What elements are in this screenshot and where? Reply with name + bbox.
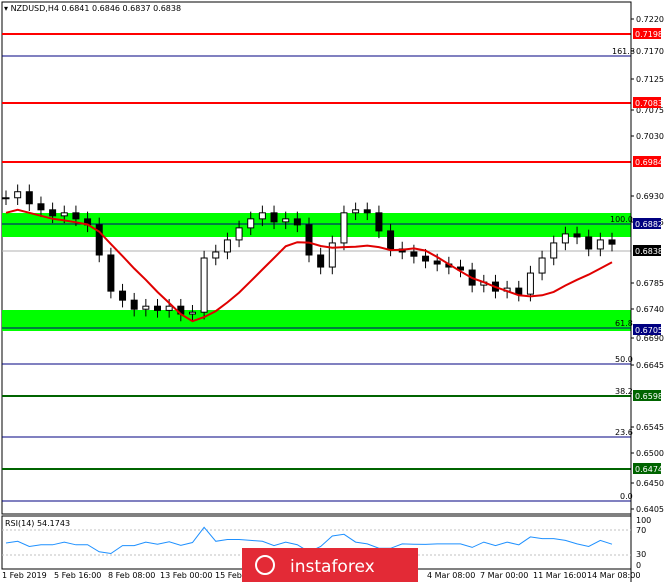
candle-body: [410, 251, 418, 257]
candle-body: [608, 239, 616, 245]
price-tick-label: 0.7170: [636, 47, 664, 56]
svg-text:0.7198: 0.7198: [635, 30, 663, 39]
watermark-text: instaforex: [290, 557, 375, 577]
candle-body: [550, 242, 558, 259]
candle-body: [526, 272, 534, 295]
candle-body: [188, 311, 196, 315]
candle-body: [352, 209, 360, 214]
candle-body: [375, 212, 383, 232]
time-tick-label: 7 Mar 00:00: [480, 571, 528, 580]
price-tick-label: 0.7030: [636, 132, 664, 141]
candle-body: [235, 227, 243, 241]
svg-text:0.6984: 0.6984: [635, 158, 663, 167]
time-tick-label: 13 Feb 00:00: [160, 571, 212, 580]
candle-body: [363, 209, 371, 214]
candle-body: [258, 212, 266, 220]
fib-label-382: 38.2: [615, 387, 633, 396]
candle-body: [433, 260, 441, 265]
candle-body: [270, 212, 278, 223]
candle-body: [305, 224, 313, 256]
candle-body: [200, 257, 208, 313]
candle-body: [387, 230, 395, 250]
price-tick-label: 0.7125: [636, 75, 664, 84]
price-tick-label: 0.6930: [636, 192, 664, 201]
candle-body: [317, 254, 325, 268]
svg-text:0.6838: 0.6838: [635, 247, 663, 256]
svg-text:30: 30: [636, 550, 646, 559]
candle-body: [72, 212, 80, 220]
time-tick-label: 8 Feb 08:00: [108, 571, 155, 580]
candle-body: [119, 290, 127, 301]
candle-body: [107, 254, 115, 292]
time-tick-label: 1 Feb 2019: [2, 571, 47, 580]
chart-header: ▾ NZDUSD,H4 0.6841 0.6846 0.6837 0.6838: [4, 4, 181, 13]
price-tick-label: 0.7220: [636, 15, 664, 24]
fib-label-50: 50.0: [615, 355, 633, 364]
price-tick-label: 0.6740: [636, 305, 664, 314]
candle-body: [223, 239, 231, 253]
svg-text:0: 0: [636, 561, 641, 570]
svg-text:70: 70: [636, 526, 646, 535]
price-tick-label: 0.6500: [636, 449, 664, 458]
candle-body: [247, 218, 255, 229]
rsi-label: RSI(14) 54.1743: [5, 519, 70, 528]
candle-body: [142, 305, 150, 310]
price-tick-label: 0.6645: [636, 361, 664, 370]
fib-label-100: 100.0: [610, 215, 633, 224]
candle-body: [573, 233, 581, 238]
candle-body: [14, 191, 22, 199]
candle-body: [340, 212, 348, 244]
time-tick-label: 15 Feb: [215, 571, 242, 580]
svg-text:0.6882: 0.6882: [635, 220, 663, 229]
price-tick-label: 0.6405: [636, 505, 664, 514]
fib-label-236: 23.6: [615, 428, 633, 437]
candle-body: [165, 305, 173, 311]
candle-body: [49, 209, 57, 217]
svg-text:0.6474: 0.6474: [635, 465, 663, 474]
candle-body: [596, 239, 604, 250]
candle-body: [212, 251, 220, 259]
candle-body: [130, 299, 138, 310]
candle-body: [2, 197, 10, 200]
time-tick-label: 5 Feb 16:00: [54, 571, 101, 580]
price-chart[interactable]: 161.8 100.0 61.8 50.0 38.2 23.6 0.0 ▾ NZ…: [0, 0, 665, 582]
fib-label-618: 61.8: [615, 319, 633, 328]
svg-text:0.7083: 0.7083: [635, 99, 663, 108]
candle-body: [282, 218, 290, 223]
candle-body: [585, 236, 593, 250]
candle-body: [60, 212, 68, 217]
candle-body: [154, 305, 161, 311]
candle-body: [422, 255, 430, 262]
time-tick-label: 11 Mar 16:00: [533, 571, 586, 580]
candle-body: [25, 191, 33, 205]
candle-body: [561, 233, 569, 244]
price-tick-label: 0.6545: [636, 423, 664, 432]
time-tick-label: 14 Mar 08:00: [587, 571, 640, 580]
svg-text:0.6598: 0.6598: [635, 392, 663, 401]
price-tick-label: 0.6785: [636, 279, 664, 288]
candle-body: [37, 203, 45, 211]
candle-body: [538, 257, 546, 274]
price-tick-label: 0.6450: [636, 479, 664, 488]
watermark: instaforex: [242, 548, 418, 582]
candle-body: [515, 287, 523, 295]
svg-text:0.6705: 0.6705: [635, 326, 663, 335]
svg-text:100: 100: [636, 516, 651, 525]
time-tick-label: 4 Mar 08:00: [427, 571, 475, 580]
price-tick-label: 0.6690: [636, 334, 664, 343]
candle-body: [293, 218, 301, 226]
